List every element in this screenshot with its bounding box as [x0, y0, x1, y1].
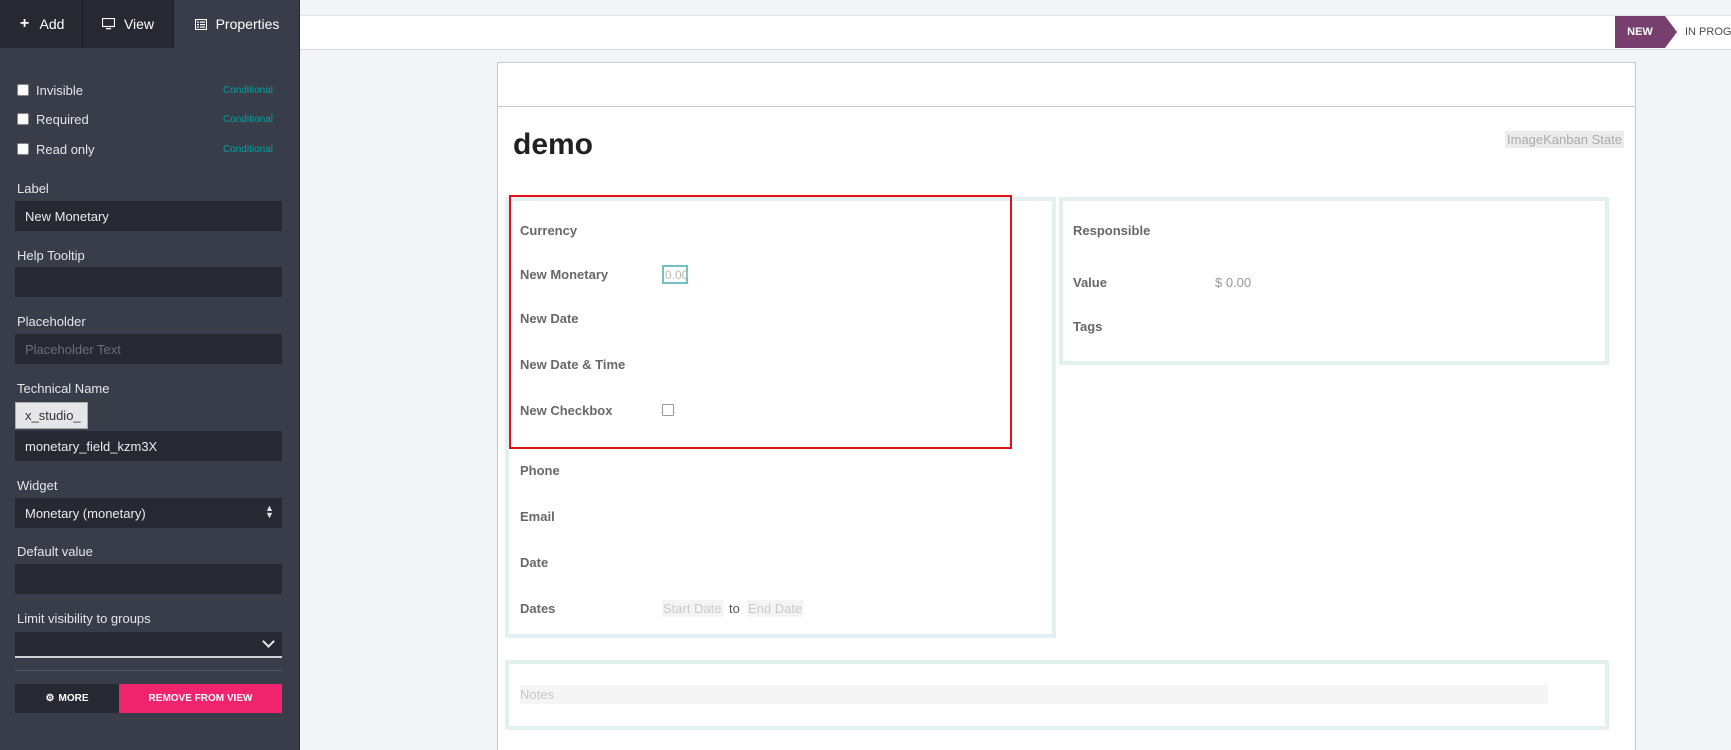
list-icon: [194, 17, 208, 31]
groups-dropdown[interactable]: [15, 632, 282, 658]
tab-view[interactable]: View: [83, 0, 174, 48]
stage-arrow: [1665, 16, 1677, 48]
placeholder-input[interactable]: Placeholder Text: [15, 334, 282, 364]
selection-highlight: [509, 195, 1012, 449]
record-title[interactable]: demo: [513, 128, 593, 162]
sidebar-divider: [15, 670, 282, 671]
readonly-label: Read only: [36, 141, 95, 157]
required-row: Required Conditional: [17, 110, 273, 128]
date-range-separator: to: [729, 601, 740, 616]
field-label-responsible[interactable]: Responsible: [1073, 223, 1150, 238]
tab-properties[interactable]: Properties: [174, 0, 299, 48]
placeholder-caption: Placeholder: [17, 314, 86, 329]
title-hidden-fields[interactable]: ImageKanban State: [1505, 131, 1624, 148]
invisible-conditional-link[interactable]: Conditional: [223, 85, 273, 96]
more-button[interactable]: ⚙ MORE: [15, 684, 119, 713]
invisible-checkbox[interactable]: [17, 84, 29, 96]
groups-caption: Limit visibility to groups: [17, 611, 151, 626]
widget-select[interactable]: Monetary (monetary) ▲ ▼: [15, 498, 282, 528]
label-input[interactable]: New Monetary: [15, 201, 282, 231]
invisible-row: Invisible Conditional: [17, 81, 273, 99]
field-label-value[interactable]: Value: [1073, 275, 1107, 290]
value-field[interactable]: $ 0.00: [1215, 275, 1251, 290]
field-label-dates[interactable]: Dates: [520, 601, 555, 616]
default-value-input[interactable]: [15, 564, 282, 594]
field-label-phone[interactable]: Phone: [520, 463, 560, 478]
tab-add-label: Add: [39, 16, 65, 32]
end-date-input[interactable]: End Date: [747, 600, 804, 617]
field-label-tags[interactable]: Tags: [1073, 319, 1102, 334]
help-tooltip-caption: Help Tooltip: [17, 248, 85, 263]
required-conditional-link[interactable]: Conditional: [223, 114, 273, 125]
updown-arrows-icon: ▲ ▼: [265, 503, 274, 520]
widget-caption: Widget: [17, 478, 58, 493]
required-checkbox[interactable]: [17, 113, 29, 125]
chevron-down-icon: [262, 635, 275, 648]
field-label-date[interactable]: Date: [520, 555, 548, 570]
remove-from-view-button[interactable]: REMOVE FROM VIEW: [119, 684, 282, 713]
stage-in-progress[interactable]: IN PROGRESS: [1685, 16, 1731, 48]
monitor-icon: [102, 17, 116, 31]
required-label: Required: [36, 111, 89, 127]
tab-add[interactable]: + Add: [0, 0, 83, 48]
technical-name-caption: Technical Name: [17, 381, 110, 396]
gear-icon: ⚙: [45, 693, 55, 704]
default-value-caption: Default value: [17, 544, 93, 559]
stage-new[interactable]: NEW: [1615, 16, 1665, 48]
technical-name-prefix: x_studio_: [15, 402, 88, 429]
technical-name-input[interactable]: monetary_field_kzm3X: [15, 431, 282, 461]
notes-field[interactable]: Notes: [520, 685, 1548, 704]
sheet-header-divider: [498, 106, 1635, 107]
more-button-label: MORE: [58, 693, 89, 704]
readonly-conditional-link[interactable]: Conditional: [223, 144, 273, 155]
control-panel: [300, 15, 1731, 50]
readonly-checkbox[interactable]: [17, 143, 29, 155]
plus-icon: +: [19, 15, 30, 32]
label-caption: Label: [17, 181, 49, 196]
readonly-row: Read only Conditional: [17, 140, 273, 158]
start-date-input[interactable]: Start Date: [662, 600, 723, 617]
tab-view-label: View: [123, 16, 155, 32]
field-label-email[interactable]: Email: [520, 509, 555, 524]
invisible-label: Invisible: [36, 82, 83, 98]
tab-properties-label: Properties: [215, 16, 280, 32]
help-tooltip-input[interactable]: [15, 267, 282, 297]
properties-sidebar: + Add View Properties Invisible Conditio…: [0, 0, 300, 750]
widget-select-value: Monetary (monetary): [25, 505, 146, 521]
sidebar-tabs: + Add View Properties: [0, 0, 299, 48]
